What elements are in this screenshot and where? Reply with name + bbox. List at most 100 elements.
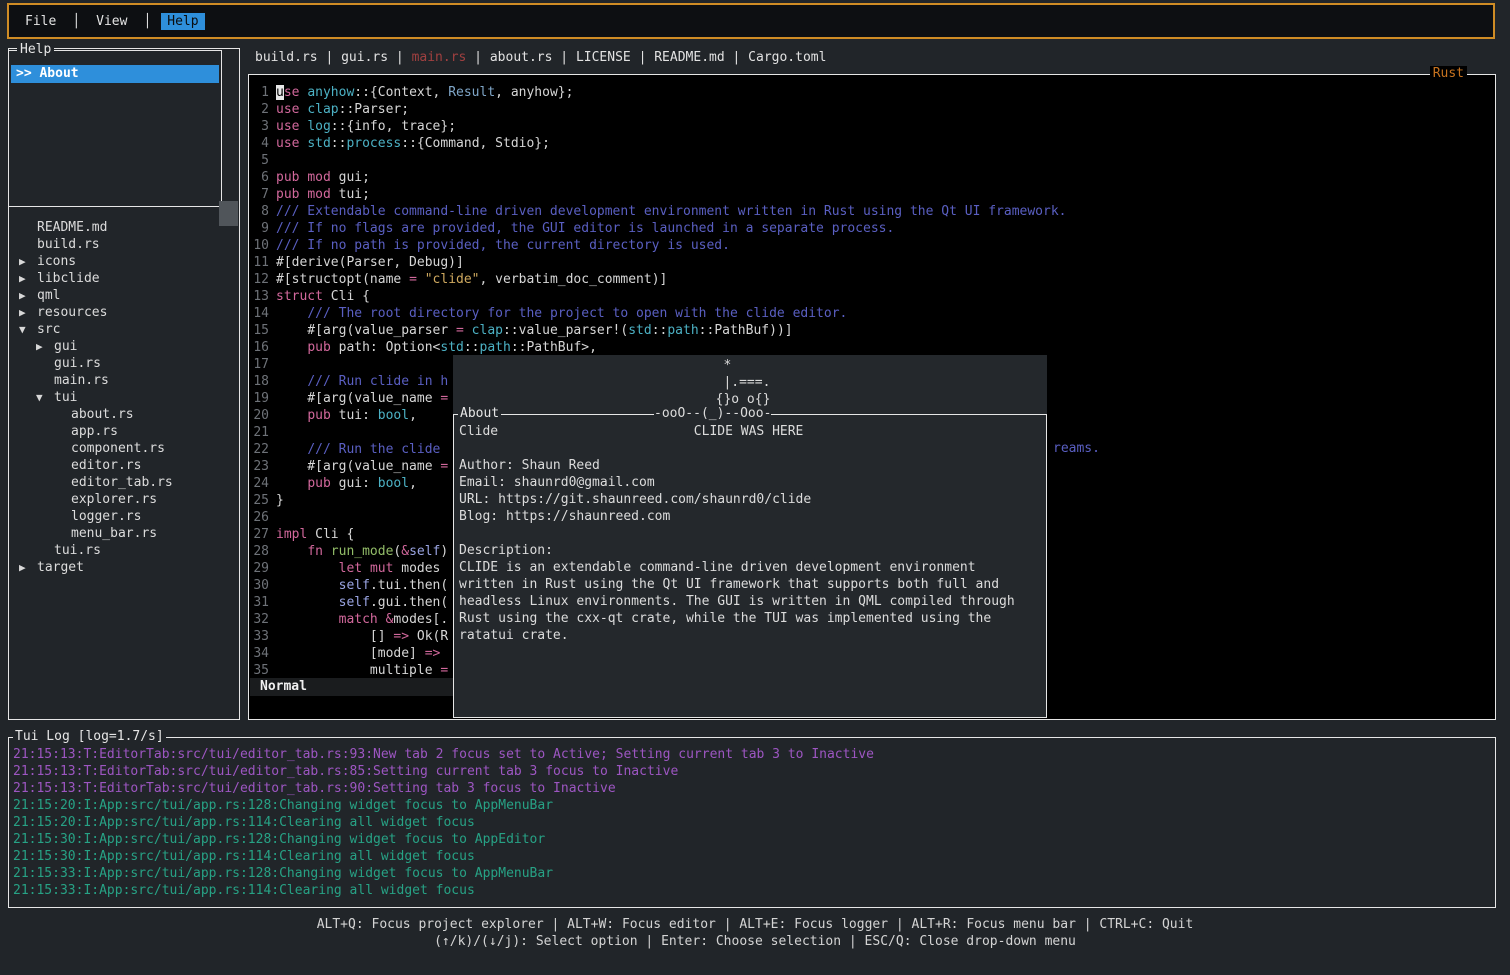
editor-tab-bar: build.rs | gui.rs | main.rs | about.rs |… bbox=[255, 49, 826, 66]
line-number: 18 bbox=[251, 373, 269, 390]
tree-item-menu-bar-rs[interactable]: menu_bar.rs bbox=[9, 525, 237, 542]
tree-item-tui-rs[interactable]: tui.rs bbox=[9, 542, 237, 559]
code-line-10[interactable]: 10/// If no path is provided, the curren… bbox=[251, 237, 1493, 254]
tree-item-gui-rs[interactable]: gui.rs bbox=[9, 355, 237, 372]
about-content-line: Description: bbox=[459, 542, 1044, 559]
about-content-line: Clide CLIDE WAS HERE bbox=[459, 423, 1044, 440]
footer-shortcuts-line-1: ALT+Q: Focus project explorer | ALT+W: F… bbox=[0, 916, 1510, 933]
editor-tab-build-rs[interactable]: build.rs bbox=[255, 50, 318, 65]
line-number: 30 bbox=[251, 577, 269, 594]
clide-tui-app: File│View│Help README.mdbuild.rs▶icons▶l… bbox=[0, 0, 1510, 975]
tree-item-label: gui.rs bbox=[54, 356, 101, 371]
log-line-info: 21:15:20:I:App:src/tui/app.rs:128:Changi… bbox=[13, 797, 1493, 814]
chevron-expanded-icon[interactable]: ▼ bbox=[19, 321, 37, 338]
tab-separator: | bbox=[552, 50, 575, 65]
chevron-collapsed-icon[interactable]: ▶ bbox=[19, 304, 37, 321]
about-content-line: CLIDE is an extendable command-line driv… bbox=[459, 559, 1044, 576]
line-number: 10 bbox=[251, 237, 269, 254]
line-number: 1 bbox=[251, 84, 269, 101]
code-line-11[interactable]: 11#[derive(Parser, Debug)] bbox=[251, 254, 1493, 271]
code-line-7[interactable]: 7pub mod tui; bbox=[251, 186, 1493, 203]
tree-item-logger-rs[interactable]: logger.rs bbox=[9, 508, 237, 525]
about-popup-title: About bbox=[458, 406, 501, 421]
line-number: 23 bbox=[251, 458, 269, 475]
tree-item-icons[interactable]: ▶icons bbox=[9, 253, 237, 270]
log-line-info: 21:15:20:I:App:src/tui/app.rs:114:Cleari… bbox=[13, 814, 1493, 831]
editor-tab-license[interactable]: LICENSE bbox=[576, 50, 631, 65]
chevron-collapsed-icon[interactable]: ▶ bbox=[19, 253, 37, 270]
code-line-15[interactable]: 15 #[arg(value_parser = clap::value_pars… bbox=[251, 322, 1493, 339]
tree-item-label: about.rs bbox=[71, 407, 134, 422]
chevron-collapsed-icon[interactable]: ▶ bbox=[19, 270, 37, 287]
chevron-collapsed-icon[interactable]: ▶ bbox=[36, 338, 54, 355]
editor-tab-main-rs[interactable]: main.rs bbox=[412, 50, 467, 65]
tree-item-main-rs[interactable]: main.rs bbox=[9, 372, 237, 389]
line-number: 33 bbox=[251, 628, 269, 645]
line-number: 35 bbox=[251, 662, 269, 679]
code-line-12[interactable]: 12#[structopt(name = "clide", verbatim_d… bbox=[251, 271, 1493, 288]
line-number: 25 bbox=[251, 492, 269, 509]
about-popup: * |.===. {}o o{} About -ooO--(_)--Ooo- C… bbox=[453, 355, 1047, 718]
tree-item-label: src bbox=[37, 322, 60, 337]
line-number: 3 bbox=[251, 118, 269, 135]
line-number: 8 bbox=[251, 203, 269, 220]
code-line-4[interactable]: 4use std::process::{Command, Stdio}; bbox=[251, 135, 1493, 152]
about-content-line: Email: shaunrd0@gmail.com bbox=[459, 474, 1044, 491]
tree-item-resources[interactable]: ▶resources bbox=[9, 304, 237, 321]
tree-item-label: app.rs bbox=[71, 424, 118, 439]
code-line-16[interactable]: 16 pub path: Option<std::path::PathBuf>, bbox=[251, 339, 1493, 356]
code-line-2[interactable]: 2use clap::Parser; bbox=[251, 101, 1493, 118]
chevron-collapsed-icon[interactable]: ▶ bbox=[19, 559, 37, 576]
tree-item-gui[interactable]: ▶gui bbox=[9, 338, 237, 355]
tree-item-about-rs[interactable]: about.rs bbox=[9, 406, 237, 423]
tui-log-panel: Tui Log [log=1.7/s] 21:15:13:T:EditorTab… bbox=[8, 737, 1496, 908]
tree-item-readme-md[interactable]: README.md bbox=[9, 219, 237, 236]
menu-item-file[interactable]: File bbox=[19, 13, 62, 30]
code-line-9[interactable]: 9/// If no flags are provided, the GUI e… bbox=[251, 220, 1493, 237]
tree-item-component-rs[interactable]: component.rs bbox=[9, 440, 237, 457]
code-overflow-fragment: reams. bbox=[1053, 441, 1100, 456]
chevron-collapsed-icon[interactable]: ▶ bbox=[19, 287, 37, 304]
tree-item-label: component.rs bbox=[71, 441, 165, 456]
tree-item-editor-tab-rs[interactable]: editor_tab.rs bbox=[9, 474, 237, 491]
tree-item-label: menu_bar.rs bbox=[71, 526, 157, 541]
explorer-scrollbar-thumb[interactable] bbox=[219, 201, 238, 226]
tree-item-qml[interactable]: ▶qml bbox=[9, 287, 237, 304]
line-number: 9 bbox=[251, 220, 269, 237]
about-content-line bbox=[459, 525, 1044, 542]
about-ascii-art: * |.===. {}o o{} bbox=[653, 357, 770, 408]
menu-item-view[interactable]: View bbox=[90, 13, 133, 30]
tree-item-label: icons bbox=[37, 254, 76, 269]
tree-item-label: target bbox=[37, 560, 84, 575]
chevron-expanded-icon[interactable]: ▼ bbox=[36, 389, 54, 406]
code-line-8[interactable]: 8/// Extendable command-line driven deve… bbox=[251, 203, 1493, 220]
code-line-6[interactable]: 6pub mod gui; bbox=[251, 169, 1493, 186]
editor-tab-cargo-toml[interactable]: Cargo.toml bbox=[748, 50, 826, 65]
code-line-5[interactable]: 5 bbox=[251, 152, 1493, 169]
about-popup-box: About -ooO--(_)--Ooo- Clide CLIDE WAS HE… bbox=[453, 414, 1047, 718]
tree-item-label: libclide bbox=[37, 271, 100, 286]
tree-item-target[interactable]: ▶target bbox=[9, 559, 237, 576]
editor-tab-about-rs[interactable]: about.rs bbox=[490, 50, 553, 65]
menu-item-help[interactable]: Help bbox=[161, 13, 204, 30]
line-number: 26 bbox=[251, 509, 269, 526]
editor-tab-gui-rs[interactable]: gui.rs bbox=[341, 50, 388, 65]
tree-item-explorer-rs[interactable]: explorer.rs bbox=[9, 491, 237, 508]
tree-item-label: logger.rs bbox=[71, 509, 141, 524]
about-content-line: Blog: https://shaunreed.com bbox=[459, 508, 1044, 525]
editor-tab-readme-md[interactable]: README.md bbox=[654, 50, 724, 65]
tree-item-label: tui.rs bbox=[54, 543, 101, 558]
code-line-3[interactable]: 3use log::{info, trace}; bbox=[251, 118, 1493, 135]
footer-shortcuts-line-2: (↑/k)/(↓/j): Select option | Enter: Choo… bbox=[0, 933, 1510, 950]
tree-item-tui[interactable]: ▼tui bbox=[9, 389, 237, 406]
help-dropdown-item-about[interactable]: >> About bbox=[11, 65, 219, 83]
tree-item-editor-rs[interactable]: editor.rs bbox=[9, 457, 237, 474]
tree-item-build-rs[interactable]: build.rs bbox=[9, 236, 237, 253]
code-line-13[interactable]: 13struct Cli { bbox=[251, 288, 1493, 305]
tree-item-src[interactable]: ▼src bbox=[9, 321, 237, 338]
tree-item-app-rs[interactable]: app.rs bbox=[9, 423, 237, 440]
tree-item-libclide[interactable]: ▶libclide bbox=[9, 270, 237, 287]
code-line-14[interactable]: 14 /// The root directory for the projec… bbox=[251, 305, 1493, 322]
code-line-1[interactable]: 1use anyhow::{Context, Result, anyhow}; bbox=[251, 84, 1493, 101]
about-content-line: headless Linux environments. The GUI is … bbox=[459, 593, 1044, 610]
